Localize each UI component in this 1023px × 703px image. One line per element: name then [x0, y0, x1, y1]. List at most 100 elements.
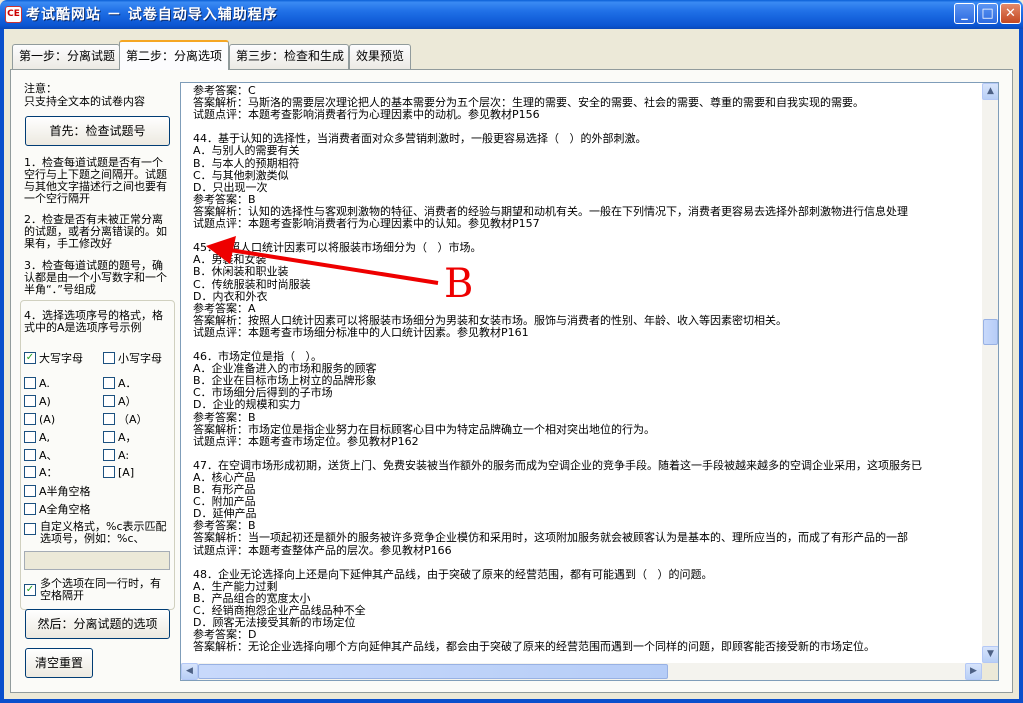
question-text-area[interactable]: 参考答案：C 答案解析：马斯洛的需要层次理论把人的基本需要分为五个层次：生理的需要… [180, 82, 999, 681]
maximize-button[interactable]: □ [977, 3, 998, 24]
reset-button[interactable]: 清空重置 [25, 648, 93, 678]
checkbox-box[interactable] [24, 377, 36, 389]
text-line: B．有形产品 [193, 483, 256, 497]
title-bar: CE 考试酷网站 － 试卷自动导入辅助程序 _ □ ✕ [0, 0, 1023, 29]
checkbox-box[interactable]: ✓ [24, 584, 36, 596]
checkbox-format-dot[interactable]: A. [24, 377, 50, 393]
text-line: A．与别人的需要有关 [193, 144, 300, 158]
checkbox-box[interactable] [24, 413, 36, 425]
text-line: D．顾客无法接受其新的市场定位 [193, 616, 356, 630]
text-line: 参考答案：B [193, 410, 256, 424]
text-line: 答案解析：无论企业选择向哪个方向延伸其产品线，都会由于突破了原来的经营范围而遇到… [193, 640, 875, 654]
check-numbers-button[interactable]: 首先：检查试题号 [25, 116, 170, 146]
scroll-left-arrow-icon[interactable]: ◀ [181, 663, 198, 680]
checkbox-box[interactable] [24, 485, 36, 497]
text-line: 试题点评：本题考查市场定位。参见教材P162 [193, 434, 419, 448]
checkbox-box[interactable] [103, 466, 115, 478]
checkbox-format-comma[interactable]: A, [24, 431, 50, 447]
vertical-scrollbar[interactable]: ▲ ▼ [982, 83, 998, 663]
horizontal-scroll-thumb[interactable] [198, 664, 668, 679]
app-icon: CE [5, 6, 22, 23]
checkbox-box[interactable] [24, 466, 36, 478]
text-line: 参考答案：A [193, 301, 256, 315]
text-line: A．男装和女装 [193, 253, 267, 267]
checkbox-box[interactable] [103, 352, 115, 364]
checkbox-format-parens[interactable]: (A) [24, 413, 55, 429]
split-options-button[interactable]: 然后：分离试题的选项 [25, 609, 170, 639]
scroll-down-arrow-icon[interactable]: ▼ [982, 646, 998, 663]
text-line: 48．企业无论选择向上还是向下延伸其产品线，由于突破了原来的经营范围，都有可能遇… [193, 567, 713, 581]
checkbox-format-fullwidth-parens[interactable]: （A） [103, 413, 148, 429]
text-line: B．休闲装和职业装 [193, 265, 289, 279]
text-line: C．与其他刺激类似 [193, 168, 289, 182]
checkbox-custom-format[interactable]: 自定义格式，%c表示匹配选项号，例如：%c、 [24, 521, 170, 549]
text-line: B．与本人的预期相符 [193, 156, 300, 170]
tab-step2[interactable]: 第二步：分离选项 [119, 40, 229, 70]
text-line: 47．在空调市场形成初期，送货上门、免费安装被当作额外的服务而成为空调企业的竞争… [193, 458, 922, 472]
annotation-label: B [444, 261, 474, 307]
text-line: D．延伸产品 [193, 507, 257, 521]
window-border-left [0, 29, 4, 703]
checkbox-format-brackets[interactable]: [A] [103, 466, 134, 482]
horizontal-scrollbar[interactable]: ◀ ▶ [181, 663, 982, 680]
text-line: A．核心产品 [193, 471, 256, 484]
text-line: 试题点评：本题考查影响消费者行为心理因素中的认知。参见教材P157 [193, 217, 540, 231]
custom-format-input[interactable] [24, 551, 170, 570]
window-border-bottom [0, 699, 1023, 703]
text-line: 试题点评：本题考查整体产品的层次。参见教材P166 [193, 543, 452, 557]
checkbox-format-colon[interactable]: A: [103, 449, 129, 465]
text-line [193, 557, 975, 569]
close-button[interactable]: ✕ [1000, 3, 1021, 24]
window-title: 考试酷网站 － 试卷自动导入辅助程序 [26, 7, 278, 23]
text-line: D．内衣和外衣 [193, 289, 268, 303]
checkbox-box[interactable] [24, 449, 36, 461]
text-line: D．企业的规模和实力 [193, 398, 301, 412]
checkbox-box[interactable] [24, 395, 36, 407]
checkbox-box[interactable] [24, 523, 36, 535]
text-line: 答案解析：当一项起初还是额外的服务被许多竞争企业模仿和采用时，这项附加服务就会被… [193, 531, 908, 545]
vertical-scroll-thumb[interactable] [983, 319, 998, 345]
checkbox-format-fullwidth-comma[interactable]: A， [103, 431, 137, 447]
scrollbar-corner [982, 663, 998, 680]
checkbox-format-dun[interactable]: A、 [24, 449, 58, 465]
text-line: 44．基于认知的选择性，当消费者面对众多营销刺激时，一般更容易选择（ ）的外部刺… [193, 132, 647, 146]
scroll-up-arrow-icon[interactable]: ▲ [982, 83, 998, 100]
text-line: C．市场细分后得到的子市场 [193, 386, 333, 400]
text-line: 试题点评：本题考查影响消费者行为心理因素中的动机。参见教材P156 [193, 108, 540, 122]
notice: 注意： 只支持全文本的试卷内容 [24, 82, 145, 108]
checkbox-format-fullwidth-paren[interactable]: A） [103, 395, 137, 411]
checkbox-box[interactable] [103, 431, 115, 443]
text-line: D．只出现一次 [193, 180, 268, 194]
tab-step3[interactable]: 第三步：检查和生成 [229, 44, 349, 69]
checkbox-fullwidth-space[interactable]: A全角空格 [24, 503, 91, 519]
checkbox-format-paren[interactable]: A) [24, 395, 51, 411]
text-line: 45．按照人口统计因素可以将服装市场细分为（ ）市场。 [193, 241, 482, 255]
text-line: C．附加产品 [193, 495, 256, 509]
checkbox-space-separated[interactable]: ✓ 多个选项在同一行时，有空格隔开 [24, 578, 170, 606]
checkbox-box[interactable] [24, 503, 36, 515]
checkbox-lowercase[interactable]: 小写字母 [103, 352, 162, 368]
tab-preview[interactable]: 效果预览 [349, 44, 411, 69]
checkbox-box[interactable] [24, 431, 36, 443]
minimize-button[interactable]: _ [954, 3, 975, 24]
checkbox-format-fullwidth-colon[interactable]: A： [24, 466, 58, 482]
tab-step1[interactable]: 第一步：分离试题 [12, 44, 120, 69]
checkbox-box[interactable]: ✓ [24, 352, 36, 364]
checkbox-halfwidth-space[interactable]: A半角空格 [24, 485, 91, 501]
text-line: 答案解析：市场定位是指企业努力在目标顾客心目中为特定品牌确立一个相对突出地位的行… [193, 422, 655, 436]
step-2-text: 2．检查是否有未被正常分离的试题，或者分离错误的。如果有，手工修改好 [24, 213, 167, 250]
checkbox-box[interactable] [103, 413, 115, 425]
checkbox-format-fullwidth-dot[interactable]: A． [103, 377, 137, 393]
notice-text: 只支持全文本的试卷内容 [24, 95, 145, 108]
text-line: 试题点评：本题考查市场细分标准中的人口统计因素。参见教材P161 [193, 325, 529, 339]
step-1-text: 1．检查每道试题是否有一个空行与上下题之间隔开。试题与其他文字描述行之间也要有一… [24, 156, 167, 205]
checkbox-box[interactable] [103, 377, 115, 389]
scroll-right-arrow-icon[interactable]: ▶ [965, 663, 982, 680]
step-3-text: 3．检查每道试题的题号，确认都是由一个小写数字和一个半角“．”号组成 [24, 259, 167, 296]
question-text-content[interactable]: 参考答案：C 答案解析：马斯洛的需要层次理论把人的基本需要分为五个层次：生理的需要… [193, 85, 975, 663]
checkbox-box[interactable] [103, 449, 115, 461]
checkbox-uppercase[interactable]: ✓ 大写字母 [24, 352, 83, 368]
checkbox-box[interactable] [103, 395, 115, 407]
window-border-right [1019, 29, 1023, 703]
text-line: C．传统服装和时尚服装 [193, 277, 311, 291]
